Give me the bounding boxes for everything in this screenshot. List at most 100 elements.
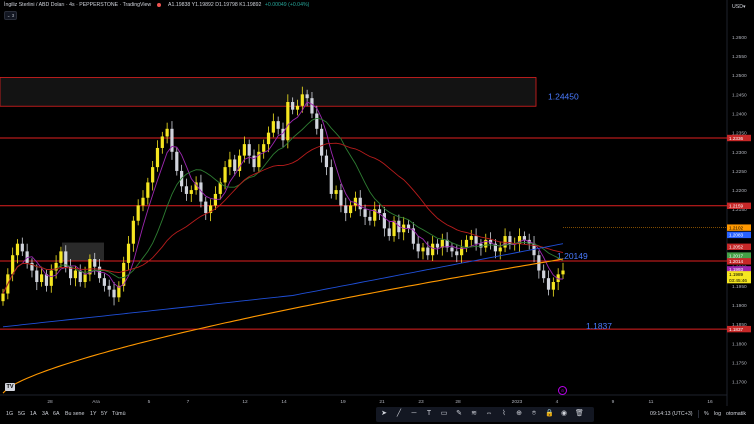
- y-tick-label: 1.2200: [732, 188, 747, 194]
- candle-body: [315, 113, 319, 129]
- x-tick-label: 16: [707, 399, 713, 405]
- x-tick-label: 4: [556, 399, 559, 405]
- timeframe-button[interactable]: Bu sene: [65, 411, 84, 417]
- x-tick-label: 11: [649, 399, 654, 405]
- candle-body: [358, 197, 362, 210]
- text-icon[interactable]: T: [425, 410, 433, 418]
- candle-body: [155, 147, 160, 168]
- candle-body: [242, 144, 246, 156]
- magnet-icon[interactable]: ⌾: [530, 410, 538, 418]
- candle-body: [450, 247, 454, 252]
- eye-icon[interactable]: ◉: [560, 410, 568, 418]
- x-tick-label: 21: [379, 399, 385, 405]
- candle-body: [334, 190, 338, 194]
- lock-icon[interactable]: 🔒: [545, 410, 554, 418]
- candle-body: [59, 251, 63, 263]
- candle-body: [416, 243, 420, 252]
- candle-body: [300, 94, 304, 106]
- candle-body: [406, 224, 411, 229]
- candle-body: [344, 205, 348, 214]
- candle-body: [305, 94, 309, 99]
- candle-body: [266, 132, 271, 145]
- timeframe-button[interactable]: 6A: [53, 411, 59, 417]
- x-tick-label: 7: [187, 399, 190, 405]
- demand-zone: [62, 242, 104, 261]
- candle-body: [223, 167, 227, 183]
- candle-body: [329, 167, 333, 194]
- timeframe-button[interactable]: 1Y: [90, 411, 96, 417]
- candle-body: [387, 228, 391, 237]
- candle-body: [431, 243, 435, 256]
- cursor-icon[interactable]: ➤: [380, 410, 388, 418]
- fib-icon[interactable]: ≋: [470, 410, 478, 418]
- candle-body: [542, 270, 546, 279]
- trendline-icon[interactable]: ╱: [395, 410, 403, 418]
- log-scale-toggle[interactable]: log: [714, 411, 721, 417]
- candle-body: [368, 216, 372, 221]
- candle-body: [189, 190, 193, 194]
- price-badge-label: 1.2017: [729, 253, 743, 258]
- candle-body: [175, 151, 179, 171]
- horizontal-line-icon[interactable]: ─: [410, 410, 418, 418]
- tradingview-logo-icon[interactable]: TV: [5, 383, 15, 391]
- chart-header: İngiliz Sterlini / ABD Doları · 4s · PEP…: [4, 2, 309, 8]
- candle-body: [469, 236, 473, 240]
- x-tick-label: 28: [455, 399, 461, 405]
- timeframe-button[interactable]: 1A: [30, 411, 36, 417]
- candle-body: [20, 243, 24, 252]
- price-change: +0.00049 (+0.04%): [264, 2, 310, 8]
- candle-body: [146, 182, 150, 198]
- candle-body: [262, 144, 266, 152]
- candle-body: [286, 102, 290, 141]
- clock[interactable]: 09:14:13 (UTC+3): [650, 411, 693, 417]
- candle-body: [464, 239, 469, 248]
- price-chart[interactable]: USD▾1.26001.25501.25001.24501.24001.2350…: [0, 0, 754, 424]
- candle-body: [204, 201, 208, 214]
- measure-icon[interactable]: ⇔: [485, 410, 493, 418]
- market-status-icon: [156, 2, 161, 7]
- price-badge-label: 1.2014: [729, 259, 743, 264]
- y-tick-label: 1.2450: [732, 92, 747, 98]
- candle-body: [426, 247, 430, 256]
- y-tick-label: 1.1800: [732, 341, 747, 347]
- candle-body: [73, 270, 78, 279]
- candle-body: [93, 259, 97, 267]
- event-marker-icon[interactable]: ⊙: [558, 386, 567, 395]
- candle-body: [455, 251, 459, 256]
- x-tick-label: 14: [281, 399, 287, 405]
- candle-body: [102, 278, 106, 286]
- timeframe-button[interactable]: 5G: [18, 411, 25, 417]
- ma-orange-line: [2, 258, 564, 394]
- candle-body: [247, 144, 251, 156]
- x-tick-label: 9: [612, 399, 615, 405]
- x-tick-label: 12: [242, 399, 248, 405]
- y-tick-label: 1.2500: [732, 73, 747, 79]
- y-tick-label: 1.1900: [732, 303, 747, 309]
- y-tick-label: 1.2550: [732, 54, 747, 60]
- zoom-icon[interactable]: ⊕: [515, 410, 523, 418]
- symbol-title[interactable]: İngiliz Sterlini / ABD Doları · 4s · PEP…: [4, 2, 151, 8]
- indicator-collapse-button[interactable]: ⌄ 3: [4, 11, 17, 20]
- candle-body: [11, 255, 15, 275]
- candle-body: [165, 128, 169, 137]
- candle-body: [295, 105, 300, 110]
- level-annotation: 1.24450: [548, 91, 579, 101]
- ohlc-values: A1.19838 Y1.19892 D1.19798 K1.19892: [168, 2, 262, 8]
- timeframe-button[interactable]: Tümü: [112, 411, 126, 417]
- trash-icon[interactable]: 🗑: [575, 410, 584, 418]
- pattern-icon[interactable]: ⌇: [500, 410, 508, 418]
- timeframe-button[interactable]: 5Y: [101, 411, 107, 417]
- candle-body: [160, 136, 164, 148]
- percent-scale-toggle[interactable]: %: [704, 411, 709, 417]
- candle-body: [377, 209, 382, 214]
- rectangle-icon[interactable]: ▭: [440, 410, 448, 418]
- candle-body: [83, 274, 87, 283]
- candle-body: [421, 247, 425, 252]
- candle-body: [107, 285, 111, 290]
- candle-body: [184, 186, 189, 194]
- auto-scale-toggle[interactable]: otomatik: [726, 411, 746, 417]
- brush-icon[interactable]: ✎: [455, 410, 463, 418]
- timeframe-button[interactable]: 3A: [42, 411, 48, 417]
- timeframe-button[interactable]: 1G: [6, 411, 13, 417]
- candle-body: [136, 205, 140, 221]
